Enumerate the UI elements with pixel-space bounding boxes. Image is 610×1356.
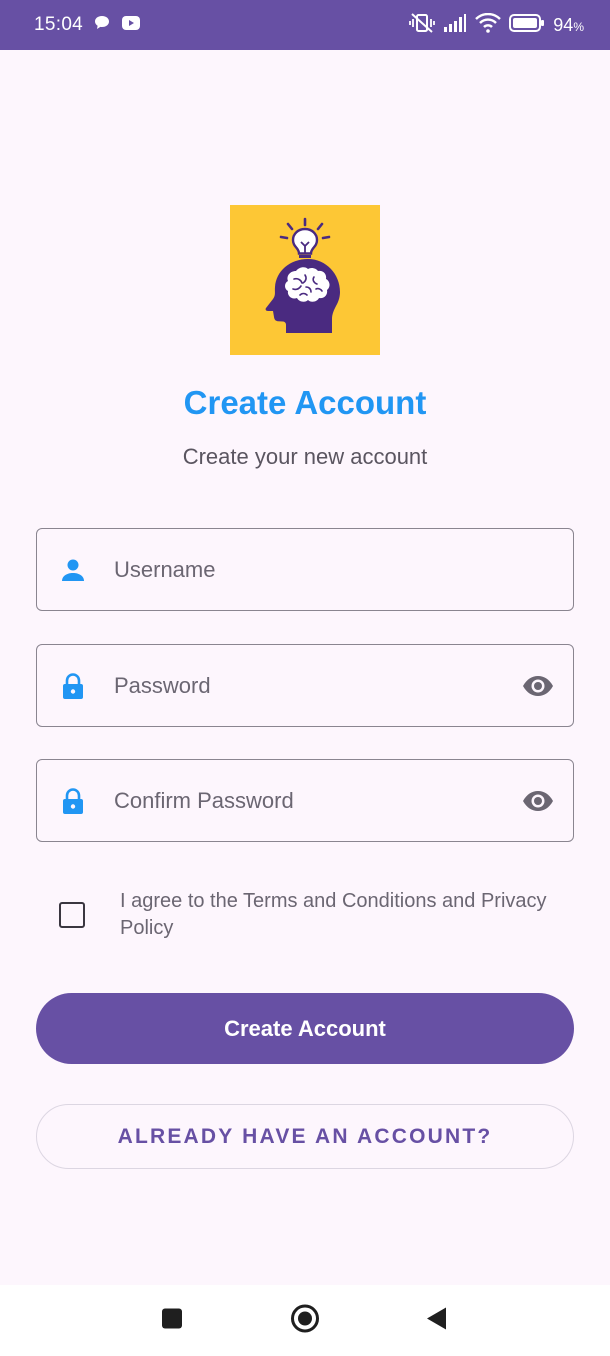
lock-icon xyxy=(59,672,87,700)
username-input[interactable] xyxy=(114,529,503,610)
battery-icon xyxy=(509,13,545,38)
lock-icon xyxy=(59,787,87,815)
eye-icon[interactable] xyxy=(521,784,555,818)
battery-percent-value: 94 xyxy=(553,14,574,35)
youtube-icon xyxy=(121,15,141,36)
status-right: 94% xyxy=(409,12,584,39)
status-bar: 15:04 94% xyxy=(0,0,610,50)
signal-icon xyxy=(443,13,467,38)
brain-lightbulb-head-icon xyxy=(265,217,340,333)
status-left: 15:04 xyxy=(34,14,141,37)
page-title: Create Account xyxy=(183,384,427,421)
confirm-password-field[interactable] xyxy=(36,759,574,842)
back-triangle-icon[interactable] xyxy=(426,1306,448,1335)
home-circle-icon[interactable] xyxy=(290,1303,320,1338)
chat-bubble-icon xyxy=(93,14,111,37)
terms-checkbox[interactable] xyxy=(59,902,85,928)
battery-percent: 94% xyxy=(553,15,584,36)
page-subtitle: Create your new account xyxy=(182,444,428,469)
password-field[interactable] xyxy=(36,644,574,727)
vibrate-off-icon xyxy=(409,12,436,39)
status-time: 15:04 xyxy=(34,14,84,35)
wifi-icon xyxy=(475,12,502,38)
app-logo xyxy=(230,205,380,355)
username-field[interactable] xyxy=(36,528,574,611)
password-input[interactable] xyxy=(114,645,503,726)
person-icon xyxy=(59,556,87,584)
system-nav-bar xyxy=(0,1285,610,1356)
recents-square-icon[interactable] xyxy=(161,1307,183,1334)
battery-percent-unit: % xyxy=(573,19,584,34)
eye-icon[interactable] xyxy=(521,669,555,703)
terms-label[interactable]: I agree to the Terms and Conditions and … xyxy=(120,888,580,942)
already-have-account-button[interactable]: ALREADY HAVE AN ACCOUNT? xyxy=(36,1104,574,1169)
create-account-button[interactable]: Create Account xyxy=(36,993,574,1064)
confirm-password-input[interactable] xyxy=(114,760,503,841)
